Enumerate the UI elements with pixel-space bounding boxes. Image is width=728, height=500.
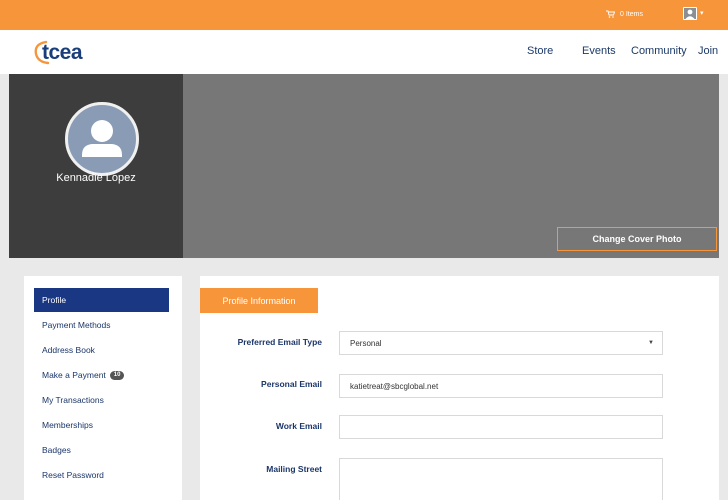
main-nav: tcea Store Events Community Join [0, 30, 728, 74]
chevron-down-icon: ▼ [648, 340, 654, 346]
cart-label: 0 Items [620, 10, 643, 18]
personal-email-field[interactable]: katietreat@sbcglobal.net [339, 374, 663, 398]
sidebar-item-label: Make a Payment [42, 370, 106, 380]
cover-banner: Kennadie Lopez Change Cover Photo [9, 74, 719, 258]
sidebar-item-reset-password[interactable]: Reset Password [34, 463, 169, 487]
nav-join[interactable]: Join [698, 45, 718, 57]
work-email-field[interactable] [339, 415, 663, 439]
profile-form-panel: Profile Information Preferred Email Type… [200, 276, 719, 500]
sidebar-item-badges[interactable]: Badges [34, 438, 169, 462]
logo-text: tcea [42, 41, 83, 64]
user-menu[interactable]: ▾ [683, 7, 704, 20]
profile-name: Kennadie Lopez [56, 172, 136, 184]
top-bar: 0 Items ▾ [0, 0, 728, 30]
work-email-label: Work Email [275, 421, 322, 431]
sidebar-item-profile[interactable]: Profile [34, 288, 169, 312]
sidebar-item-make-a-payment[interactable]: Make a Payment 10 [34, 363, 169, 387]
user-icon [683, 7, 697, 20]
cart-icon [606, 10, 615, 18]
avatar-placeholder-icon [82, 120, 122, 157]
sidebar-item-my-transactions[interactable]: My Transactions [34, 388, 169, 412]
sidebar-item-memberships[interactable]: Memberships [34, 413, 169, 437]
mailing-street-field[interactable] [339, 458, 663, 500]
change-cover-photo-button[interactable]: Change Cover Photo [557, 227, 717, 251]
profile-panel: Kennadie Lopez [9, 74, 183, 258]
payment-count-badge: 10 [109, 370, 125, 380]
mailing-street-label: Mailing Street [266, 464, 322, 474]
cart-button[interactable]: 0 Items [606, 10, 643, 18]
account-sidebar: Profile Payment Methods Address Book Mak… [24, 276, 182, 500]
nav-community[interactable]: Community [631, 45, 687, 57]
personal-email-label: Personal Email [261, 379, 322, 389]
tab-profile-information[interactable]: Profile Information [200, 288, 318, 313]
sidebar-item-address-book[interactable]: Address Book [34, 338, 169, 362]
preferred-email-type-select[interactable]: Personal ▼ [339, 331, 663, 355]
caret-down-icon: ▾ [700, 10, 704, 17]
tcea-logo[interactable]: tcea [32, 38, 92, 66]
preferred-email-type-value: Personal [350, 338, 382, 348]
avatar[interactable] [65, 102, 139, 176]
sidebar-item-payment-methods[interactable]: Payment Methods [34, 313, 169, 337]
nav-events[interactable]: Events [582, 45, 616, 57]
preferred-email-type-label: Preferred Email Type [237, 337, 322, 347]
nav-store[interactable]: Store [527, 45, 553, 57]
